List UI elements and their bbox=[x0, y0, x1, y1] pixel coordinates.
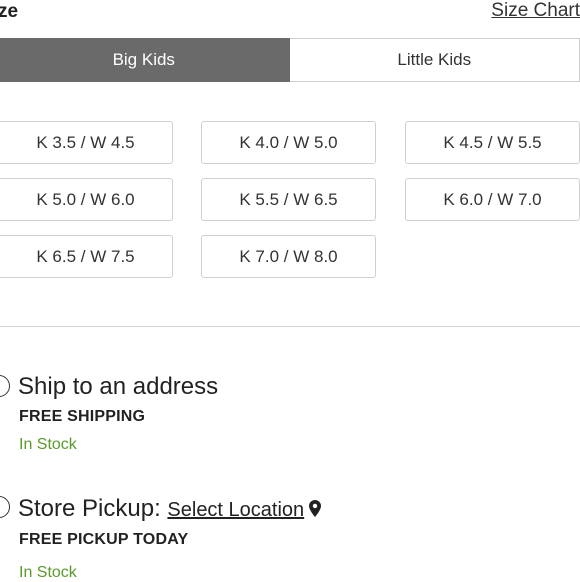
map-pin-icon[interactable] bbox=[309, 496, 321, 524]
size-option[interactable]: K 5.5 / W 6.5 bbox=[201, 178, 376, 221]
size-option[interactable]: K 7.0 / W 8.0 bbox=[201, 235, 376, 278]
pickup-radio-button[interactable] bbox=[0, 496, 10, 518]
pickup-option-title: Store Pickup: Select Location bbox=[18, 495, 321, 524]
size-option[interactable]: K 3.5 / W 4.5 bbox=[0, 121, 173, 164]
ship-stock-status: In Stock bbox=[19, 436, 77, 454]
size-heading: ze bbox=[0, 1, 18, 23]
ship-radio-button[interactable] bbox=[0, 375, 10, 397]
select-location-link[interactable]: Select Location bbox=[167, 499, 304, 521]
section-divider bbox=[0, 326, 580, 327]
tab-little-kids[interactable]: Little Kids bbox=[290, 38, 580, 82]
size-option[interactable]: K 4.5 / W 5.5 bbox=[405, 121, 580, 164]
ship-option-title: Ship to an address bbox=[18, 373, 218, 401]
size-option[interactable]: K 4.0 / W 5.0 bbox=[201, 121, 376, 164]
size-option[interactable]: K 5.0 / W 6.0 bbox=[0, 178, 173, 221]
kids-size-tabs: Big Kids Little Kids bbox=[0, 38, 580, 82]
size-option[interactable]: K 6.5 / W 7.5 bbox=[0, 235, 173, 278]
pickup-stock-status: In Stock bbox=[19, 564, 77, 582]
size-option[interactable]: K 6.0 / W 7.0 bbox=[405, 178, 580, 221]
tab-big-kids[interactable]: Big Kids bbox=[0, 38, 290, 82]
free-pickup-label: FREE PICKUP TODAY bbox=[19, 531, 188, 549]
pickup-title-text: Store Pickup: bbox=[18, 495, 161, 522]
free-shipping-label: FREE SHIPPING bbox=[19, 408, 145, 426]
size-chart-link[interactable]: Size Chart bbox=[491, 0, 580, 22]
